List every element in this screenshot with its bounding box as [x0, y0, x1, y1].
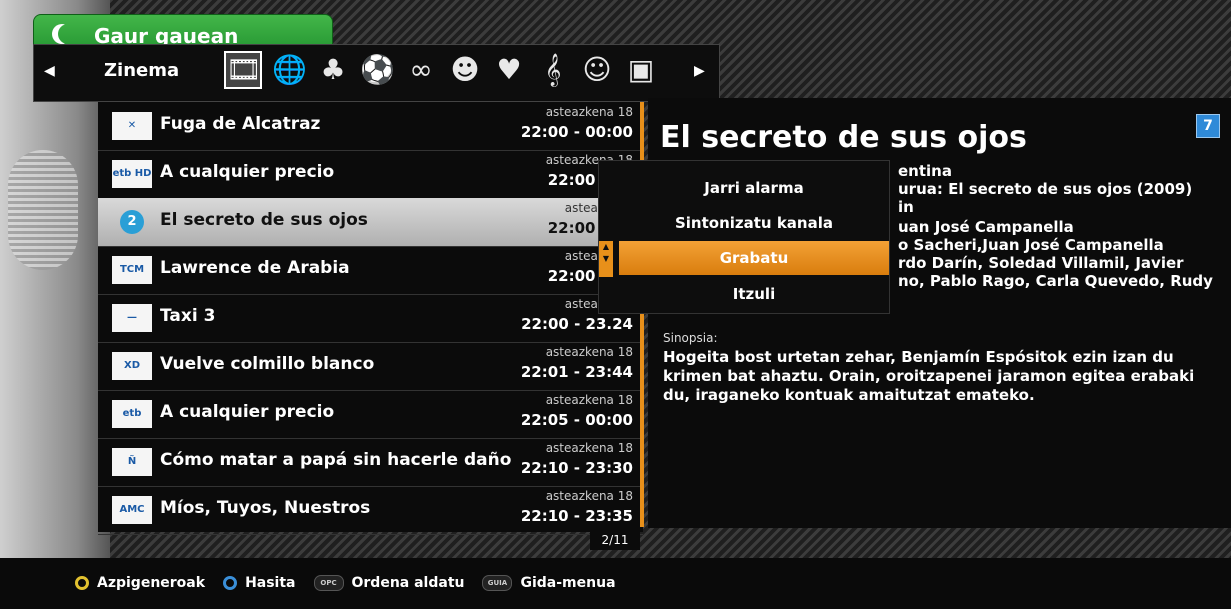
- program-time: 22:10 - 23:35: [520, 507, 633, 525]
- program-title: Lawrence de Arabia: [160, 258, 350, 278]
- program-title: Míos, Tuyos, Nuestros: [160, 498, 371, 518]
- category-icons: 🎞 🌐 ♣ ⚽ ∞ ☻ ♥ 𝄞 ☺ ▣: [224, 51, 658, 89]
- channel-logo: 2: [120, 210, 144, 234]
- arrow-right-icon[interactable]: ▶: [694, 63, 705, 79]
- category-name[interactable]: Zinema: [104, 60, 179, 81]
- program-time: 22:10 - 23:30: [520, 459, 633, 477]
- program-day: asteazkena 18: [545, 393, 633, 407]
- detail-line: o Sacheri,Juan José Campanella: [898, 236, 1164, 254]
- footer-blue-label[interactable]: Hasita: [245, 575, 295, 591]
- music-icon[interactable]: 𝄞: [536, 53, 570, 87]
- program-day: asteazkena 18: [545, 345, 633, 359]
- channel-logo: ✕: [112, 112, 152, 140]
- footer-legend: Azpigeneroak Hasita OPC Ordena aldatu GU…: [75, 575, 616, 591]
- list-item[interactable]: etb HD A cualquier precio asteazkena 18 22:…: [98, 150, 643, 199]
- synopsis-text: Hogeita bost urtetan zehar, Benjamín Esp…: [663, 348, 1195, 404]
- list-item[interactable]: —Taxi 3asteazkena22:00 - 23.24: [98, 294, 643, 343]
- channel-logo: —: [112, 304, 152, 332]
- list-item[interactable]: XD Vuelve colmillo blanco asteazkena 18 22:…: [98, 342, 643, 391]
- program-day: asteazkena 18: [545, 105, 633, 119]
- program-title: A cualquier precio: [160, 162, 335, 182]
- footer-opc-label[interactable]: Ordena aldatu: [352, 575, 465, 591]
- page-indicator: 2/11: [590, 530, 640, 550]
- channel-logo: etb: [112, 400, 152, 428]
- film-icon[interactable]: 🎞: [224, 51, 262, 89]
- sports-icon[interactable]: ⚽: [360, 53, 395, 87]
- olympic-rings-icon[interactable]: ∞: [404, 53, 438, 87]
- context-menu: Jarri alarma Sintonizatu kanala Grabatu …: [598, 160, 890, 314]
- footer-guia-label[interactable]: Gida-menua: [520, 575, 615, 591]
- program-list: ✕ Fuga de Alcatraz asteazkena 18 22:00 - 00…: [98, 102, 643, 535]
- opc-button-icon: OPC: [313, 575, 344, 591]
- program-title: Taxi 3: [160, 306, 216, 326]
- program-title: Cómo matar a papá sin hacerle daño: [160, 450, 512, 470]
- detail-line: uan José Campanella: [898, 218, 1074, 236]
- category-bar: ◀ Zinema 🎞 🌐 ♣ ⚽ ∞ ☻ ♥ 𝄞 ☺ ▣ ▶: [33, 44, 720, 102]
- list-item[interactable]: 2El secreto de sus ojosasteazkena22:00 -…: [98, 198, 643, 247]
- yellow-button-icon: [75, 576, 89, 590]
- guia-button-icon: GUIA: [482, 575, 513, 591]
- program-day: asteazkena 18: [545, 489, 633, 503]
- detail-line: no, Pablo Rago, Carla Quevedo, Rudy: [898, 272, 1213, 290]
- program-title: Vuelve colmillo blanco: [160, 354, 375, 374]
- list-item[interactable]: ✕ Fuga de Alcatraz asteazkena 18 22:00 - 00…: [98, 102, 643, 151]
- channel-logo: XD: [112, 352, 152, 380]
- channel-logo: Ñ: [112, 448, 152, 476]
- list-item[interactable]: AMC Míos, Tuyos, Nuestros asteazkena 18 22:…: [98, 486, 643, 535]
- tv-icon[interactable]: ▣: [624, 53, 658, 87]
- detail-line: rdo Darín, Soledad Villamil, Javier: [898, 254, 1184, 272]
- program-time: 22:00 - 00:00: [520, 123, 633, 141]
- rating-badge: 7: [1196, 114, 1220, 138]
- program-title: El secreto de sus ojos: [160, 210, 368, 230]
- people-icon[interactable]: ☺: [580, 53, 614, 87]
- blue-button-icon: [223, 576, 238, 590]
- menu-item-tune-channel[interactable]: Sintonizatu kanala: [619, 206, 889, 240]
- program-time: 22:01 - 23:44: [520, 363, 633, 381]
- cartoon-icon[interactable]: ♥: [492, 53, 526, 87]
- footer-yellow-label[interactable]: Azpigeneroak: [97, 575, 205, 591]
- channel-logo: AMC: [112, 496, 152, 524]
- menu-item-alarm[interactable]: Jarri alarma: [619, 171, 889, 205]
- list-item[interactable]: etb A cualquier precio asteazkena 18 22:05 …: [98, 390, 643, 439]
- detail-line: urua: El secreto de sus ojos (2009): [898, 180, 1193, 198]
- program-time: 22:05 - 00:00: [520, 411, 633, 429]
- program-title: El secreto de sus ojos: [660, 120, 1027, 155]
- list-item[interactable]: Ñ Cómo matar a papá sin hacerle daño astea…: [98, 438, 643, 487]
- theater-masks-icon[interactable]: ☻: [448, 53, 482, 87]
- program-title: Fuga de Alcatraz: [160, 114, 321, 134]
- channel-logo: etb HD: [112, 160, 152, 188]
- menu-item-record[interactable]: Grabatu: [619, 241, 889, 275]
- program-day: asteazkena 18: [545, 441, 633, 455]
- program-time: 22:00 - 23.24: [521, 315, 633, 333]
- channel-logo: TCM: [112, 256, 152, 284]
- program-title: A cualquier precio: [160, 402, 335, 422]
- detail-line: in: [898, 198, 914, 216]
- menu-item-back[interactable]: Itzuli: [619, 277, 889, 311]
- arrow-left-icon[interactable]: ◀: [44, 63, 55, 79]
- kids-icon[interactable]: ♣: [316, 53, 350, 87]
- up-down-arrows-icon: ▲ ▼: [599, 241, 613, 277]
- moon-icon: [58, 24, 78, 44]
- list-item[interactable]: TCMLawrence de Arabiaasteazkena22:00 - 0…: [98, 246, 643, 295]
- detail-line: entina: [898, 162, 952, 180]
- synopsis-label: Sinopsia:: [663, 331, 718, 345]
- globe-icon[interactable]: 🌐: [272, 53, 307, 87]
- microphone-art: [8, 150, 78, 270]
